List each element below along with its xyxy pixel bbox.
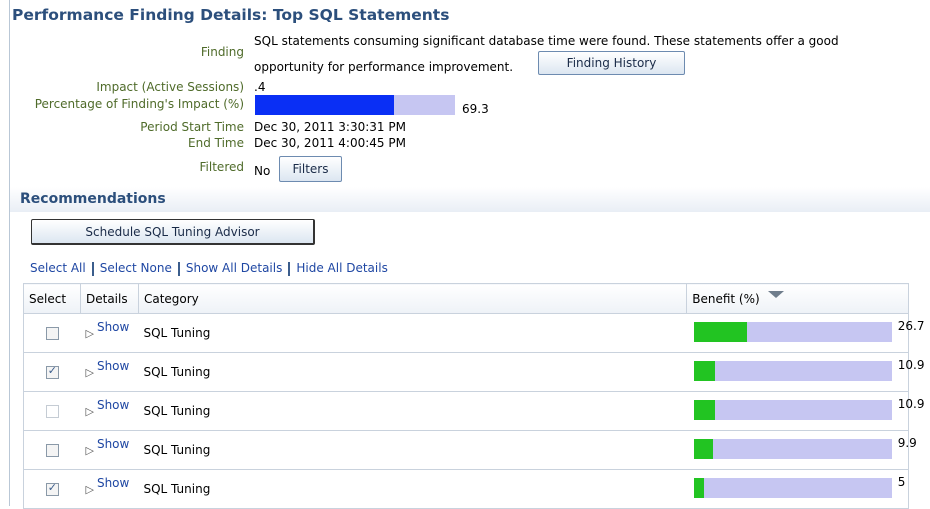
category-cell: SQL Tuning	[138, 313, 687, 353]
finding-history-button[interactable]: Finding History	[538, 51, 685, 75]
details-cell: ▷ Show	[80, 391, 139, 431]
details-cell: ▷ Show	[80, 469, 139, 509]
details-cell: ▷ Show	[80, 352, 139, 392]
category-cell: SQL Tuning	[138, 352, 687, 392]
select-cell	[23, 391, 81, 431]
table-header-row: Select Details Category Benefit (%)	[23, 283, 909, 314]
checkmark-icon: ✓	[47, 481, 57, 494]
end-time-value: Dec 30, 2011 4:00:45 PM	[254, 136, 406, 150]
benefit-cell: 9.9	[686, 430, 917, 470]
page-title: Performance Finding Details: Top SQL Sta…	[12, 6, 450, 24]
table-row: ✓ ▷ Show SQL Tuning 5	[23, 469, 909, 509]
table-row: ▷ Show SQL Tuning 26.7	[23, 313, 924, 353]
expand-triangle-icon: ▷	[85, 366, 94, 379]
show-details-label: Show	[96, 359, 130, 373]
category-cell: SQL Tuning	[138, 391, 687, 431]
benefit-value: 10.9	[897, 397, 925, 411]
column-header-benefit[interactable]: Benefit (%)	[686, 283, 909, 314]
show-details-link[interactable]: ▷ Show	[85, 320, 129, 340]
benefit-header-label: Benefit (%)	[692, 291, 760, 306]
select-cell	[23, 313, 81, 353]
filtered-value: No	[254, 164, 271, 178]
show-details-link[interactable]: ▷ Show	[85, 398, 129, 418]
select-cell: ✓	[23, 469, 81, 509]
sort-descending-icon[interactable]	[767, 290, 784, 298]
period-start-value: Dec 30, 2011 3:30:31 PM	[254, 120, 406, 134]
benefit-bar	[693, 322, 892, 342]
category-cell: SQL Tuning	[138, 469, 687, 509]
finding-text-line1: SQL statements consuming significant dat…	[254, 34, 839, 48]
show-details-label: Show	[96, 437, 130, 451]
impact-label: Impact (Active Sessions)	[96, 80, 244, 94]
select-checkbox[interactable]: ✓	[45, 364, 59, 379]
column-header-select: Select	[23, 283, 81, 314]
category-cell: SQL Tuning	[138, 430, 687, 470]
benefit-cell: 10.9	[686, 391, 924, 431]
benefit-bar-fill	[693, 400, 716, 420]
show-details-label: Show	[96, 476, 130, 490]
show-details-link[interactable]: ▷ Show	[85, 437, 129, 457]
table-row: ▷ Show SQL Tuning 9.9	[23, 430, 917, 470]
select-checkbox	[45, 405, 59, 418]
show-all-details-link[interactable]: Show All Details	[186, 261, 283, 275]
benefit-value: 9.9	[897, 436, 917, 450]
schedule-sql-tuning-advisor-button[interactable]: Schedule SQL Tuning Advisor	[31, 219, 315, 245]
benefit-bar-fill	[693, 322, 747, 342]
expand-triangle-icon: ▷	[85, 327, 94, 340]
expand-triangle-icon: ▷	[85, 483, 94, 496]
link-separator	[288, 261, 291, 276]
benefit-value: 26.7	[897, 319, 925, 333]
left-frame-border	[9, 0, 10, 506]
select-none-link[interactable]: Select None	[100, 261, 172, 275]
finding-text-line2: opportunity for performance improvement.	[254, 60, 514, 74]
benefit-cell: 26.7	[686, 313, 924, 353]
select-cell: ✓	[23, 352, 81, 392]
impact-percentage-value: 69.3	[462, 102, 489, 116]
details-cell: ▷ Show	[80, 430, 139, 470]
benefit-bar-fill	[693, 439, 714, 459]
finding-label: Finding	[200, 45, 244, 59]
show-details-label: Show	[96, 320, 130, 334]
filters-button[interactable]: Filters	[279, 156, 342, 182]
filtered-label: Filtered	[199, 160, 244, 174]
benefit-bar	[693, 400, 892, 420]
period-start-label: Period Start Time	[140, 120, 244, 134]
benefit-bar	[693, 439, 892, 459]
benefit-value: 10.9	[897, 358, 925, 372]
select-checkbox[interactable]	[45, 444, 59, 457]
percentage-impact-label: Percentage of Finding's Impact (%)	[34, 97, 244, 111]
end-time-label: End Time	[188, 136, 244, 150]
column-header-category: Category	[137, 283, 688, 314]
table-row: ▷ Show SQL Tuning 10.9	[23, 391, 924, 431]
benefit-cell: 5	[686, 469, 909, 509]
column-header-details: Details	[79, 283, 139, 314]
benefit-bar	[693, 478, 892, 498]
impact-percentage-bar-fill	[255, 95, 394, 115]
recommendations-title: Recommendations	[20, 191, 166, 207]
hide-all-details-link[interactable]: Hide All Details	[296, 261, 387, 275]
select-cell	[23, 430, 81, 470]
impact-percentage-bar	[255, 95, 455, 115]
show-details-link[interactable]: ▷ Show	[85, 359, 129, 379]
recommendations-table: Select Details Category Benefit (%) ▷ Sho…	[23, 283, 924, 509]
select-all-link[interactable]: Select All	[30, 261, 86, 275]
details-cell: ▷ Show	[80, 313, 139, 353]
show-details-label: Show	[96, 398, 130, 412]
show-details-link[interactable]: ▷ Show	[85, 476, 129, 496]
expand-triangle-icon: ▷	[85, 444, 94, 457]
select-checkbox[interactable]: ✓	[45, 481, 59, 496]
checkmark-icon: ✓	[47, 364, 57, 377]
benefit-value: 5	[897, 475, 906, 489]
benefit-cell: 10.9	[686, 352, 924, 392]
expand-triangle-icon: ▷	[85, 405, 94, 418]
table-row: ✓ ▷ Show SQL Tuning 10.9	[23, 352, 924, 392]
link-separator	[91, 261, 94, 276]
selection-links: Select All Select None Show All Details Hid…	[30, 261, 388, 276]
benefit-bar	[693, 361, 892, 381]
benefit-bar-fill	[693, 361, 716, 381]
benefit-bar-fill	[693, 478, 704, 498]
link-separator	[177, 261, 180, 276]
select-checkbox[interactable]	[45, 327, 59, 340]
impact-value: .4	[254, 80, 266, 94]
